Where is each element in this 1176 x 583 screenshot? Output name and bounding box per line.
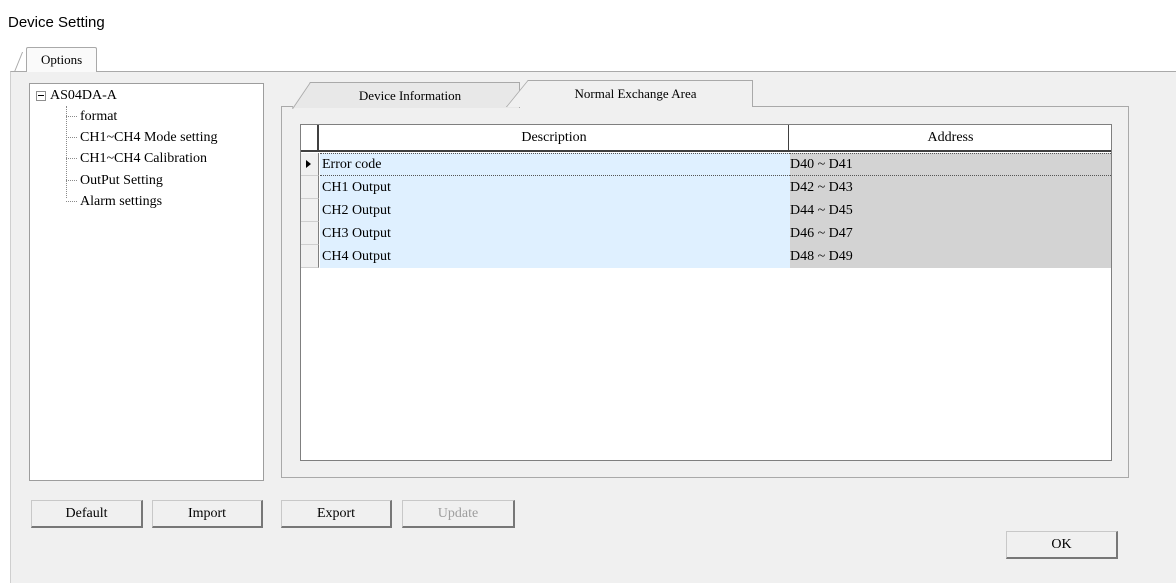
tree-branch-line [66, 180, 77, 181]
grid-corner-cell [301, 125, 319, 152]
table-row[interactable]: CH1 Output D42 ~ D43 [301, 176, 1111, 199]
cell-description[interactable]: CH2 Output [320, 199, 790, 222]
table-row[interactable]: CH4 Output D48 ~ D49 [301, 245, 1111, 268]
collapse-icon[interactable] [36, 91, 46, 101]
row-header[interactable] [301, 153, 319, 176]
exchange-area-grid[interactable]: Description Address Error code D40 ~ D41… [300, 124, 1112, 461]
tree-branch-line [66, 158, 77, 159]
column-header-address[interactable]: Address [790, 125, 1111, 150]
tree-item-label: CH1~CH4 Mode setting [80, 129, 218, 145]
tab-options-label: Options [41, 52, 83, 67]
tree-branch-line [66, 116, 77, 117]
tree-item-mode-setting[interactable]: CH1~CH4 Mode setting [66, 127, 217, 148]
cell-address[interactable]: D40 ~ D41 [790, 153, 1111, 176]
table-row[interactable]: Error code D40 ~ D41 [301, 153, 1111, 176]
row-header[interactable] [301, 222, 319, 245]
table-row[interactable]: CH2 Output D44 ~ D45 [301, 199, 1111, 222]
device-tree[interactable]: AS04DA-A format CH1~CH4 Mode setting CH1… [29, 83, 264, 481]
import-button[interactable]: Import [152, 500, 263, 528]
cell-description[interactable]: CH1 Output [320, 176, 790, 199]
tree-item-alarm-settings[interactable]: Alarm settings [66, 191, 162, 212]
export-button[interactable]: Export [281, 500, 392, 528]
grid-header: Description Address [301, 125, 1111, 152]
cell-address[interactable]: D46 ~ D47 [790, 222, 1111, 245]
current-row-arrow-icon [306, 160, 311, 168]
tab-device-information[interactable]: Device Information [292, 82, 520, 108]
table-row[interactable]: CH3 Output D46 ~ D47 [301, 222, 1111, 245]
row-header[interactable] [301, 245, 319, 268]
tree-item-label: CH1~CH4 Calibration [80, 150, 207, 166]
tab-device-information-label: Device Information [358, 87, 462, 103]
row-header[interactable] [301, 176, 319, 199]
ok-button[interactable]: OK [1006, 531, 1118, 559]
tree-branch-line [66, 137, 77, 138]
cell-address[interactable]: D44 ~ D45 [790, 199, 1111, 222]
tree-item-calibration[interactable]: CH1~CH4 Calibration [66, 148, 207, 169]
cell-description[interactable]: Error code [320, 153, 790, 176]
tree-root-node[interactable]: AS04DA-A [36, 88, 117, 104]
tab-normal-exchange-area-label: Normal Exchange Area [574, 86, 697, 101]
cell-address[interactable]: D48 ~ D49 [790, 245, 1111, 268]
tree-root-label: AS04DA-A [50, 88, 117, 103]
update-button[interactable]: Update [402, 500, 515, 528]
tree-item-label: OutPut Setting [80, 172, 163, 188]
window-title: Device Setting [8, 14, 105, 31]
tree-item-label: Alarm settings [80, 193, 163, 209]
cell-description[interactable]: CH3 Output [320, 222, 790, 245]
tree-branch-line [66, 201, 77, 202]
row-header[interactable] [301, 199, 319, 222]
tree-item-format[interactable]: format [66, 106, 117, 127]
tree-item-output-setting[interactable]: OutPut Setting [66, 170, 163, 191]
cell-address[interactable]: D42 ~ D43 [790, 176, 1111, 199]
tree-item-label: format [80, 108, 118, 124]
default-button[interactable]: Default [31, 500, 143, 528]
tab-options[interactable]: Options [26, 47, 97, 72]
column-header-description[interactable]: Description [320, 125, 789, 150]
cell-description[interactable]: CH4 Output [320, 245, 790, 268]
tab-normal-exchange-area[interactable]: Normal Exchange Area [506, 80, 753, 107]
